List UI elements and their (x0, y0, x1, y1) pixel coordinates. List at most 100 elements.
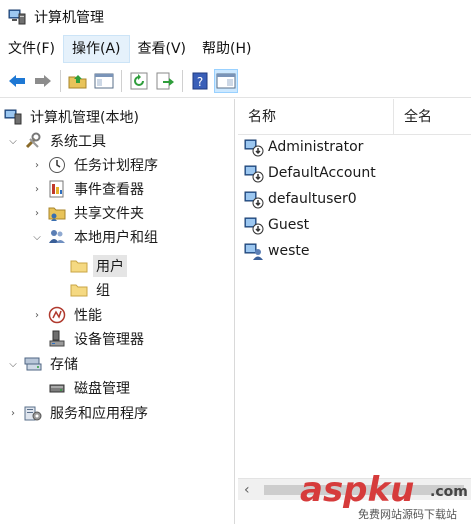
chevron-right-icon[interactable]: › (30, 206, 44, 220)
user-name: Administrator (268, 139, 364, 155)
tree-item-computer-management[interactable]: 计算机管理(本地) (4, 105, 142, 129)
menu-help[interactable]: 帮助(H) (194, 35, 259, 63)
forward-icon (35, 74, 51, 87)
menu-file[interactable]: 文件(F) (0, 35, 63, 63)
user-name: DefaultAccount (268, 165, 376, 181)
tree-item-label: 设备管理器 (74, 332, 144, 348)
folder-icon (70, 284, 88, 297)
tree-item-shared-folders[interactable]: › 共享文件夹 (30, 201, 147, 225)
storage-icon (24, 357, 42, 371)
tree-item-system-tools[interactable]: ⌵ 系统工具 (6, 129, 109, 153)
help-button[interactable]: ? (188, 69, 212, 93)
tree-item-label: 服务和应用程序 (50, 406, 148, 422)
column-header-name[interactable]: 名称 (238, 99, 394, 135)
list-item[interactable]: Administrator (244, 135, 363, 159)
tree-item-label: 计算机管理(本地) (30, 110, 139, 126)
details-pane: 名称 全名 Administrator DefaultAccount defau… (238, 99, 471, 524)
tree-item-device-manager[interactable]: 设备管理器 (48, 327, 147, 351)
user-disabled-icon (244, 165, 264, 183)
tree-item-performance[interactable]: › 性能 (30, 303, 105, 327)
user-disabled-icon (244, 139, 264, 157)
tree-item-label: 性能 (74, 308, 102, 324)
services-icon (24, 406, 42, 421)
toolbar: ? (0, 64, 471, 98)
properties-button[interactable] (214, 68, 238, 93)
disk-management-icon (49, 384, 65, 393)
tree-item-event-viewer[interactable]: › 事件查看器 (30, 177, 147, 201)
tree-item-label: 事件查看器 (74, 182, 144, 198)
show-hide-tree-icon (94, 73, 114, 88)
tree-item-local-users-groups[interactable]: ⌵ 本地用户和组 (30, 225, 161, 249)
export-list-button[interactable] (153, 69, 177, 93)
console-tree: 计算机管理(本地) ⌵ 系统工具 › 任务计划程序 › 事件查看器 › 共享文件… (0, 99, 235, 524)
user-name: defaultuser0 (268, 191, 357, 207)
list-item[interactable]: defaultuser0 (244, 187, 357, 211)
event-viewer-icon (49, 180, 64, 198)
up-folder-icon (68, 74, 87, 88)
performance-icon (48, 306, 66, 324)
chevron-right-icon[interactable]: › (30, 308, 44, 322)
watermark: aspku .com 免费网站源码下载站 (300, 470, 471, 524)
tree-item-label: 任务计划程序 (74, 158, 158, 174)
list-item[interactable]: Guest (244, 213, 309, 237)
tree-item-users[interactable]: 用户 (70, 254, 127, 278)
tree-item-groups[interactable]: 组 (70, 278, 113, 302)
device-manager-icon (49, 330, 65, 347)
title-bar: 计算机管理 (0, 0, 471, 34)
list-header: 名称 全名 (238, 99, 471, 135)
toolbar-separator (182, 69, 183, 92)
tree-item-task-scheduler[interactable]: › 任务计划程序 (30, 153, 161, 177)
menu-action[interactable]: 操作(A) (62, 35, 130, 63)
tree-item-label: 用户 (93, 255, 127, 277)
watermark-brand: aspku (300, 470, 415, 510)
user-name: weste (268, 243, 310, 259)
refresh-button[interactable] (127, 69, 151, 93)
watermark-tld: .com (430, 484, 468, 500)
user-disabled-icon (244, 217, 264, 235)
tree-item-label: 存储 (50, 357, 78, 373)
svg-text:?: ? (197, 75, 203, 89)
watermark-subtitle: 免费网站源码下载站 (358, 508, 457, 521)
tree-item-storage[interactable]: ⌵ 存储 (6, 352, 81, 376)
tree-item-label: 磁盘管理 (74, 381, 130, 397)
tree-item-label: 系统工具 (50, 134, 106, 150)
refresh-icon (130, 72, 148, 89)
help-icon: ? (192, 72, 208, 89)
toolbar-separator (60, 69, 61, 92)
forward-button[interactable] (31, 69, 55, 93)
tree-item-label: 共享文件夹 (74, 206, 144, 222)
scroll-left-icon[interactable]: ‹ (244, 483, 256, 497)
window-title: 计算机管理 (34, 10, 104, 26)
clock-icon (49, 157, 65, 173)
user-icon (244, 243, 263, 260)
folder-icon (70, 260, 88, 273)
chevron-right-icon[interactable]: › (6, 406, 20, 420)
user-disabled-icon (244, 191, 264, 209)
list-item[interactable]: DefaultAccount (244, 161, 376, 185)
export-list-icon (156, 72, 174, 89)
tree-item-label: 组 (96, 283, 110, 299)
back-button[interactable] (5, 69, 29, 93)
users-group-icon (49, 230, 65, 243)
chevron-down-icon[interactable]: ⌵ (30, 230, 44, 244)
tree-item-disk-management[interactable]: 磁盘管理 (48, 376, 133, 400)
show-hide-tree-button[interactable] (92, 69, 116, 93)
menu-view[interactable]: 查看(V) (130, 35, 195, 63)
menu-bar: 文件(F) 操作(A) 查看(V) 帮助(H) (0, 34, 471, 64)
up-folder-button[interactable] (66, 69, 90, 93)
tree-item-services-apps[interactable]: › 服务和应用程序 (6, 401, 151, 425)
chevron-right-icon[interactable]: › (30, 158, 44, 172)
user-name: Guest (268, 217, 310, 233)
back-icon (9, 74, 25, 87)
computer-management-icon (8, 9, 26, 25)
computer-management-icon (4, 109, 22, 125)
chevron-right-icon[interactable]: › (30, 182, 44, 196)
toolbar-separator (121, 69, 122, 92)
tree-item-label: 本地用户和组 (74, 230, 158, 246)
tools-icon (25, 132, 41, 149)
shared-folder-icon (48, 207, 66, 221)
chevron-down-icon[interactable]: ⌵ (6, 134, 20, 148)
column-header-full-name[interactable]: 全名 (394, 99, 471, 135)
chevron-down-icon[interactable]: ⌵ (6, 357, 20, 371)
list-item[interactable]: weste (244, 239, 309, 263)
